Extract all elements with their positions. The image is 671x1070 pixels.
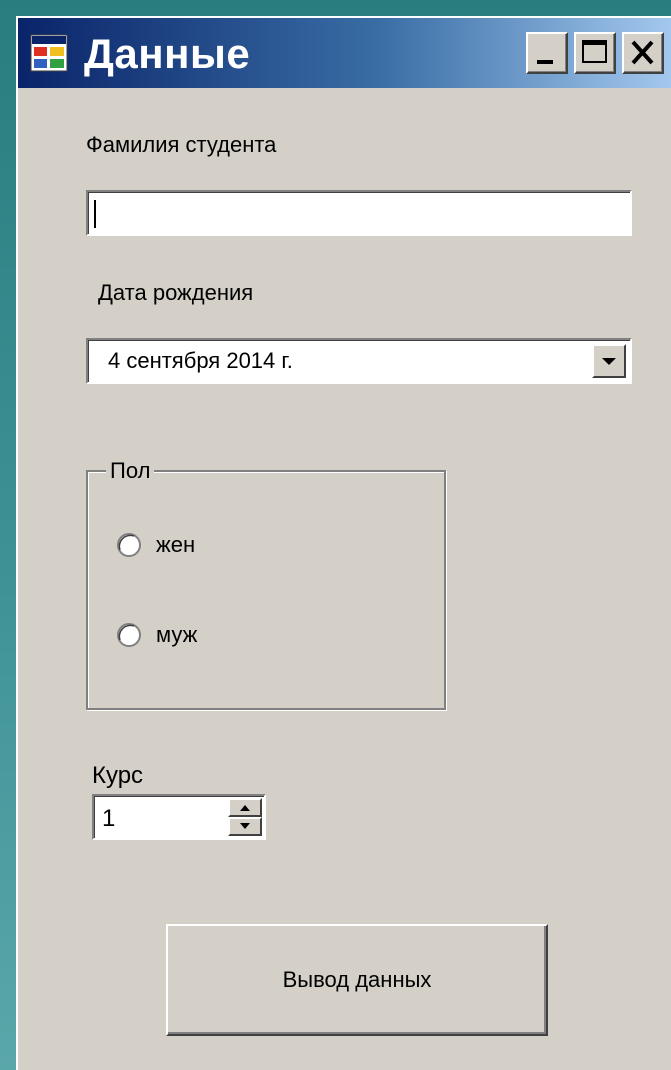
birth-date-value: 4 сентября 2014 г.: [108, 348, 293, 373]
course-value[interactable]: 1: [102, 805, 115, 833]
surname-label: Фамилия студента: [86, 132, 277, 157]
window-title: Данные: [84, 30, 251, 77]
birth-date-dropdown-button[interactable]: [592, 344, 626, 378]
spin-down-icon: [240, 823, 250, 829]
course-stepper[interactable]: 1: [92, 794, 266, 840]
birth-date-picker[interactable]: 4 сентября 2014 г.: [86, 338, 632, 384]
gender-group-label: Пол: [106, 458, 155, 484]
radio-female[interactable]: [116, 532, 142, 558]
text-caret: [94, 200, 96, 228]
course-decrement-button[interactable]: [228, 817, 262, 836]
course-increment-button[interactable]: [228, 798, 262, 817]
chevron-down-icon: [602, 358, 616, 365]
radio-male-label[interactable]: муж: [156, 622, 197, 648]
maximize-button[interactable]: [574, 32, 616, 74]
maximize-icon: [582, 40, 607, 63]
radio-female-label[interactable]: жен: [156, 532, 195, 558]
close-icon: [631, 40, 654, 65]
output-data-button[interactable]: Вывод данных: [166, 924, 548, 1036]
form-window: Данные Фамилия студента Дата рождения 4 …: [16, 16, 671, 1070]
radio-male[interactable]: [116, 622, 142, 648]
surname-input[interactable]: [86, 190, 632, 236]
app-window-icon: [30, 34, 68, 72]
title-bar[interactable]: Данные: [18, 18, 671, 88]
gender-groupbox: [86, 470, 446, 710]
spin-up-icon: [240, 805, 250, 811]
close-button[interactable]: [622, 32, 664, 74]
birth-date-label: Дата рождения: [98, 280, 254, 305]
minimize-button[interactable]: [526, 32, 568, 74]
minimize-icon: [537, 60, 553, 64]
course-label: Курс: [92, 762, 144, 789]
